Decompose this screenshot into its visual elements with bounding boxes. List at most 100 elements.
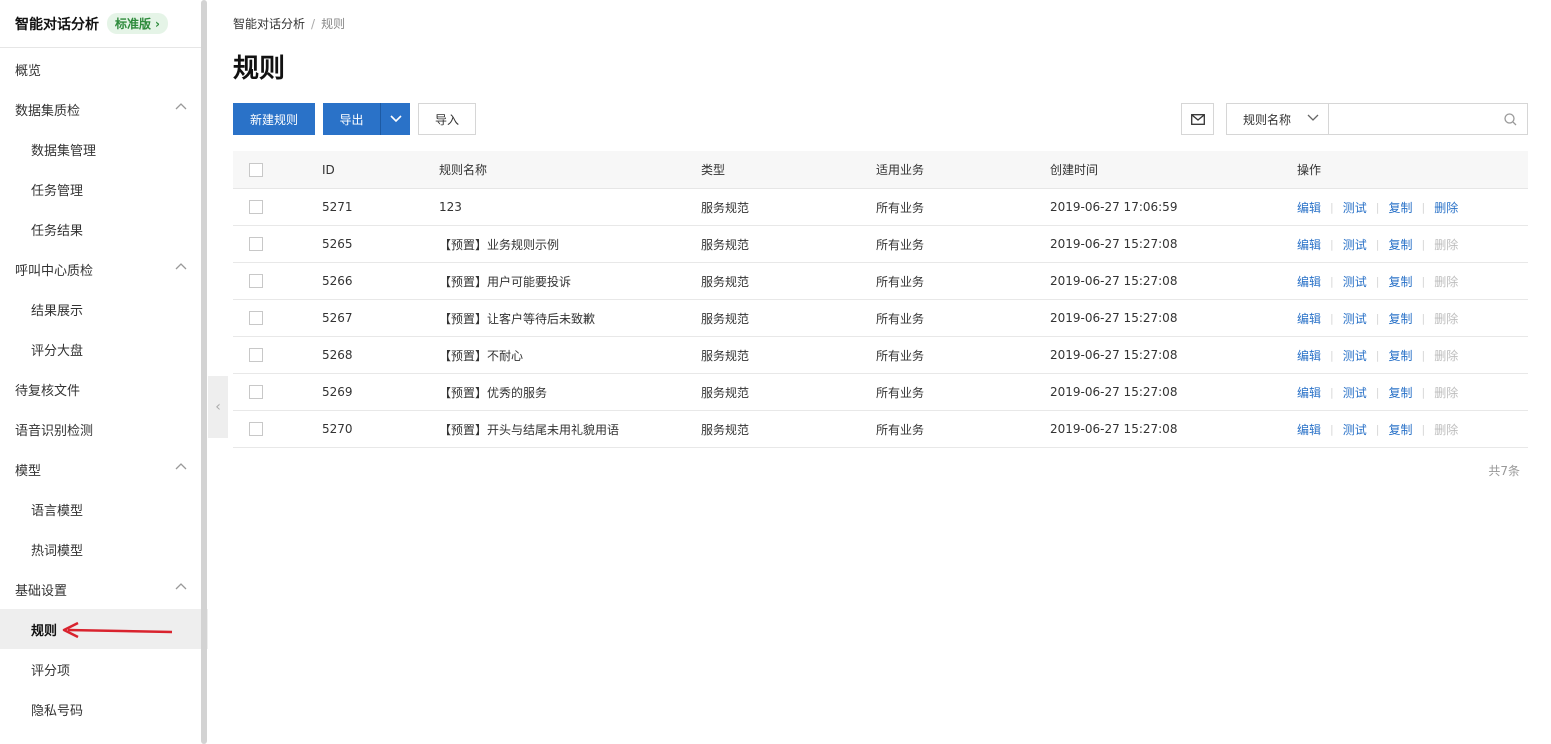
sidebar-item-9[interactable]: 语音识别检测: [0, 409, 201, 449]
chevron-up-icon: [175, 263, 187, 270]
cell-rule-name: 123: [439, 200, 462, 214]
delete-link[interactable]: 删除: [1434, 199, 1458, 216]
edit-link[interactable]: 编辑: [1297, 273, 1321, 290]
column-header-name: 规则名称: [439, 163, 488, 177]
copy-link[interactable]: 复制: [1388, 199, 1412, 216]
test-link[interactable]: 测试: [1343, 421, 1367, 438]
cell-id: 5268: [322, 348, 353, 362]
sidebar-item-10[interactable]: 模型: [0, 449, 201, 489]
table-row: 5269 【预置】优秀的服务 服务规范 所有业务 2019-06-27 15:27:08…: [233, 374, 1528, 411]
sidebar-item-label: 评分项: [31, 663, 71, 679]
row-checkbox[interactable]: [249, 274, 263, 288]
row-checkbox[interactable]: [249, 237, 263, 251]
copy-link[interactable]: 复制: [1388, 273, 1412, 290]
sidebar-item-label: 结果展示: [31, 303, 84, 319]
sidebar-item-label: 概览: [15, 63, 42, 79]
cell-rule-name: 【预置】让客户等待后未致歉: [439, 311, 596, 326]
edition-badge[interactable]: 标准版 ›: [107, 13, 168, 34]
sidebar-item-label: 基础设置: [15, 583, 68, 599]
table-row: 5266 【预置】用户可能要投诉 服务规范 所有业务 2019-06-27 15:27:…: [233, 263, 1528, 300]
sidebar-item-12[interactable]: 热词模型: [0, 529, 201, 569]
test-link[interactable]: 测试: [1343, 347, 1367, 364]
cell-business: 所有业务: [876, 274, 925, 289]
sidebar-item-8[interactable]: 待复核文件: [0, 369, 201, 409]
delete-link: 删除: [1434, 237, 1459, 252]
sidebar-item-5[interactable]: 呼叫中心质检: [0, 249, 201, 289]
test-link[interactable]: 测试: [1343, 273, 1367, 290]
copy-link[interactable]: 复制: [1388, 310, 1412, 327]
row-checkbox[interactable]: [249, 200, 263, 214]
mail-icon: [1190, 113, 1205, 125]
edition-badge-label: 标准版: [115, 17, 152, 31]
edit-link[interactable]: 编辑: [1297, 236, 1321, 253]
edit-link[interactable]: 编辑: [1297, 199, 1321, 216]
column-header-business: 适用业务: [876, 163, 925, 177]
sidebar-item-16[interactable]: 隐私号码: [0, 689, 201, 729]
copy-link[interactable]: 复制: [1388, 236, 1412, 253]
cell-created-time: 2019-06-27 15:27:08: [1050, 422, 1178, 436]
search-field-select[interactable]: 规则名称: [1226, 103, 1329, 135]
row-checkbox[interactable]: [249, 385, 263, 399]
sidebar-item-label: 规则: [31, 623, 58, 639]
sidebar-item-label: 评分大盘: [31, 343, 84, 359]
edit-link[interactable]: 编辑: [1297, 384, 1321, 401]
sidebar-item-11[interactable]: 语言模型: [0, 489, 201, 529]
sidebar-scrollbar[interactable]: [201, 0, 207, 744]
edit-link[interactable]: 编辑: [1297, 310, 1321, 327]
sidebar-item-15[interactable]: 评分项: [0, 649, 201, 689]
test-link[interactable]: 测试: [1343, 384, 1367, 401]
new-rule-button[interactable]: 新建规则: [233, 103, 315, 135]
search-icon[interactable]: [1504, 113, 1517, 126]
sidebar-item-6[interactable]: 结果展示: [0, 289, 201, 329]
cell-type: 服务规范: [701, 200, 750, 215]
sidebar-item-7[interactable]: 评分大盘: [0, 329, 201, 369]
sidebar-item-4[interactable]: 任务结果: [0, 209, 201, 249]
row-checkbox[interactable]: [249, 422, 263, 436]
sidebar-item-0[interactable]: 概览: [0, 49, 201, 89]
cell-id: 5270: [322, 422, 353, 436]
cell-business: 所有业务: [876, 422, 925, 437]
notification-button[interactable]: [1181, 103, 1214, 135]
test-link[interactable]: 测试: [1343, 199, 1367, 216]
breadcrumb-current: 规则: [321, 17, 346, 31]
chevron-up-icon: [175, 463, 187, 470]
sidebar-item-1[interactable]: 数据集质检: [0, 89, 201, 129]
action-separator: |: [1330, 311, 1334, 325]
cell-business: 所有业务: [876, 385, 925, 400]
export-dropdown-button[interactable]: [381, 103, 410, 135]
cell-rule-name: 【预置】不耐心: [439, 348, 524, 363]
copy-link[interactable]: 复制: [1388, 384, 1412, 401]
copy-link[interactable]: 复制: [1388, 347, 1412, 364]
delete-link: 删除: [1434, 311, 1459, 326]
action-separator: |: [1421, 274, 1426, 288]
cell-created-time: 2019-06-27 15:27:08: [1050, 311, 1178, 325]
row-checkbox[interactable]: [249, 311, 263, 325]
sidebar-item-2[interactable]: 数据集管理: [0, 129, 201, 169]
sidebar-item-3[interactable]: 任务管理: [0, 169, 201, 209]
breadcrumb-root[interactable]: 智能对话分析: [233, 17, 305, 31]
brand-title: 智能对话分析: [15, 16, 99, 33]
select-all-checkbox[interactable]: [249, 162, 263, 177]
action-separator: |: [1421, 200, 1426, 214]
action-separator: |: [1375, 274, 1380, 288]
sidebar-collapse-handle[interactable]: ‹: [208, 376, 228, 438]
cell-type: 服务规范: [701, 385, 750, 400]
row-checkbox[interactable]: [249, 348, 263, 362]
edit-link[interactable]: 编辑: [1297, 347, 1321, 364]
search-input[interactable]: [1329, 104, 1489, 134]
edit-link[interactable]: 编辑: [1297, 421, 1321, 438]
cell-rule-name: 【预置】用户可能要投诉: [439, 274, 572, 289]
sidebar-item-13[interactable]: 基础设置: [0, 569, 201, 609]
cell-actions: 编辑 | 测试 | 复制 | 删除: [1297, 411, 1458, 447]
test-link[interactable]: 测试: [1343, 310, 1367, 327]
cell-type: 服务规范: [701, 311, 750, 326]
page-title: 规则: [233, 54, 286, 84]
copy-link[interactable]: 复制: [1388, 421, 1412, 438]
cell-id: 5267: [322, 311, 353, 325]
export-button[interactable]: 导出: [323, 103, 381, 135]
import-button[interactable]: 导入: [418, 103, 476, 135]
test-link[interactable]: 测试: [1343, 236, 1367, 253]
action-separator: |: [1375, 200, 1380, 214]
table-row: 5267 【预置】让客户等待后未致歉 服务规范 所有业务 2019-06-27 15:2…: [233, 300, 1528, 337]
cell-actions: 编辑 | 测试 | 复制 | 删除: [1297, 226, 1458, 262]
